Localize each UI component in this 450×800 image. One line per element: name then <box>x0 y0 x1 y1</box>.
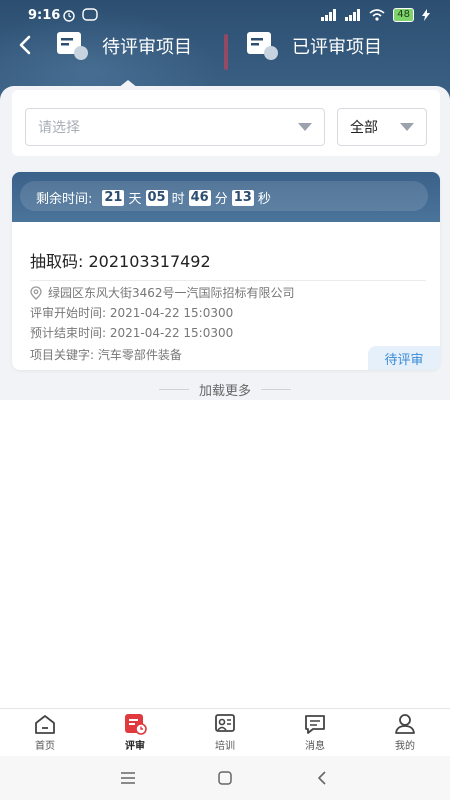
status-indicators: 48 <box>321 8 430 22</box>
signal-hd-icon <box>345 9 361 21</box>
system-back-button[interactable] <box>307 763 337 793</box>
home-icon <box>35 715 55 734</box>
status-badge: 待评审 <box>368 346 440 370</box>
extraction-code-label: 抽取码: <box>30 252 84 271</box>
project-card[interactable]: 剩余时间: 21 天 05 时 46 分 13 秒 抽取码: 202103317… <box>12 172 440 370</box>
chat-app-icon <box>82 8 98 21</box>
countdown-days-unit: 天 <box>128 192 142 207</box>
countdown-seconds-unit: 秒 <box>257 192 271 207</box>
countdown-minutes-unit: 分 <box>214 192 228 207</box>
message-icon <box>305 715 325 734</box>
divider-line <box>158 388 189 390</box>
tab-reviewed[interactable]: 已评审项目 <box>246 28 382 64</box>
document-icon <box>56 31 90 61</box>
review-end-time: 预计结束时间: 2021-04-22 15:0300 <box>30 326 234 340</box>
filter-card: 请选择 全部 <box>12 90 440 156</box>
document-check-icon <box>246 31 280 61</box>
tab-training[interactable]: 培训 <box>180 709 270 756</box>
card-divider <box>30 280 426 281</box>
tab-review-label: 评审 <box>125 741 145 752</box>
alarm-icon <box>63 10 75 22</box>
profile-icon <box>395 714 415 734</box>
tab-pending-review[interactable]: 待评审项目 <box>56 28 192 64</box>
tab-reviewed-label: 已评审项目 <box>292 37 382 58</box>
tab-messages[interactable]: 消息 <box>270 709 360 756</box>
category-select[interactable]: 请选择 <box>25 108 325 146</box>
countdown-seconds: 13 <box>231 189 254 206</box>
project-keywords: 项目关键字: 汽车零部件装备 <box>30 348 182 362</box>
square-icon <box>218 771 232 785</box>
tab-messages-label: 消息 <box>305 741 325 752</box>
project-address: 绿园区东风大街3462号一汽国际招标有限公司 <box>30 284 295 301</box>
battery-indicator: 48 <box>393 8 414 22</box>
countdown-bar: 剩余时间: 21 天 05 时 46 分 13 秒 <box>12 172 440 222</box>
load-more-label: 加载更多 <box>198 383 251 399</box>
back-arrow-icon <box>19 35 31 55</box>
countdown-minutes: 46 <box>188 189 211 206</box>
review-icon <box>125 714 147 735</box>
countdown-label: 剩余时间: <box>36 192 93 207</box>
signal-icon <box>321 9 337 21</box>
countdown-days: 21 <box>102 189 125 206</box>
tab-home-label: 首页 <box>35 741 55 752</box>
tab-profile[interactable]: 我的 <box>360 709 450 756</box>
tab-pending-label: 待评审项目 <box>102 37 192 58</box>
extraction-code-value: 202103317492 <box>88 252 211 271</box>
category-select-placeholder: 请选择 <box>38 120 80 136</box>
back-triangle-icon <box>317 771 326 785</box>
scope-select-value: 全部 <box>350 120 378 136</box>
tab-divider <box>224 34 228 70</box>
menu-button[interactable] <box>113 763 143 793</box>
project-address-text: 绿园区东风大街3462号一汽国际招标有限公司 <box>48 286 295 300</box>
divider-line <box>261 388 291 390</box>
system-nav-bar <box>0 756 450 800</box>
status-time: 9:16 <box>28 8 61 23</box>
wifi-icon <box>369 9 385 21</box>
location-pin-icon <box>30 285 42 300</box>
back-button[interactable] <box>10 30 40 60</box>
load-more[interactable]: 加载更多 <box>0 380 450 399</box>
training-icon <box>215 714 235 732</box>
tab-training-label: 培训 <box>215 741 235 752</box>
countdown-hours-unit: 时 <box>171 192 185 207</box>
status-notification-icons <box>62 8 98 22</box>
menu-icon <box>121 772 136 784</box>
charging-icon <box>422 9 430 21</box>
tab-review[interactable]: 评审 <box>90 709 180 756</box>
bottom-tab-bar: 首页 评审 培训 消息 我的 <box>0 708 450 756</box>
tab-profile-label: 我的 <box>395 741 415 752</box>
chevron-down-icon <box>298 123 312 131</box>
extraction-code: 抽取码: 202103317492 <box>30 248 211 272</box>
content-area: 请选择 全部 剩余时间: 21 天 05 时 46 分 13 秒 抽取码: 20… <box>0 86 450 400</box>
tab-home[interactable]: 首页 <box>0 709 90 756</box>
review-start-time: 评审开始时间: 2021-04-22 15:0300 <box>30 306 234 320</box>
chevron-down-icon <box>400 123 414 131</box>
countdown-timer: 剩余时间: 21 天 05 时 46 分 13 秒 <box>36 188 273 207</box>
countdown-hours: 05 <box>145 189 168 206</box>
scope-select[interactable]: 全部 <box>337 108 427 146</box>
home-button[interactable] <box>210 763 240 793</box>
